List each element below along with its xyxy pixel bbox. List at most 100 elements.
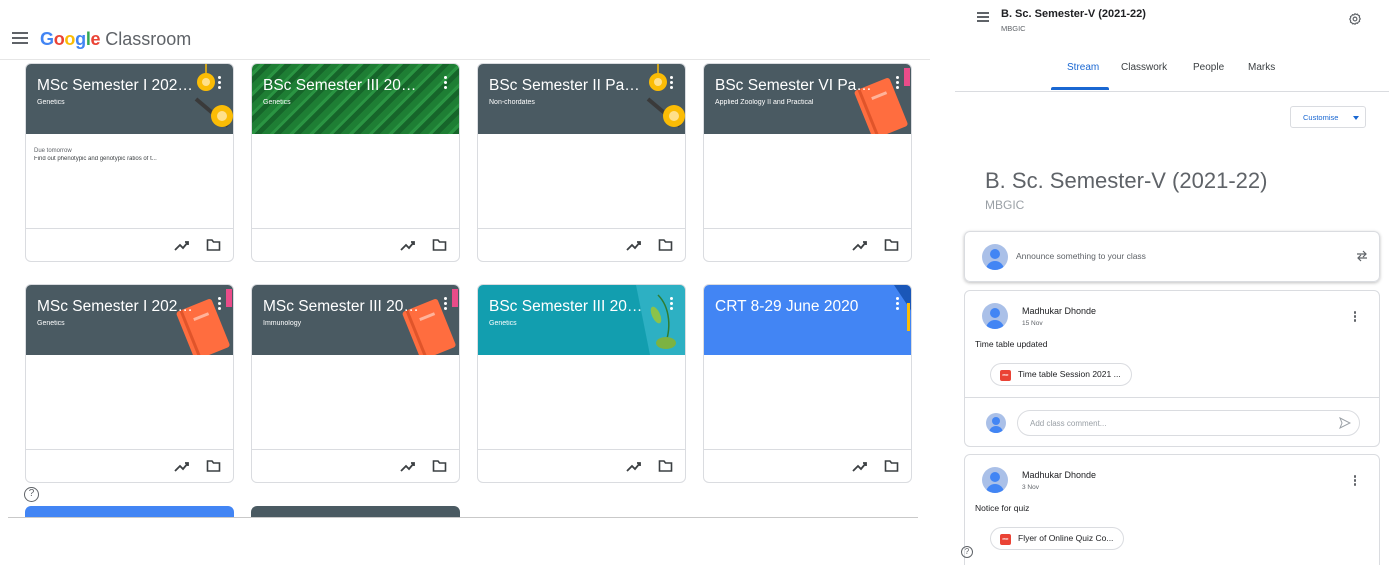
- class-card-body: [252, 355, 459, 449]
- trending-icon[interactable]: [852, 460, 868, 474]
- folder-icon[interactable]: [206, 459, 221, 473]
- class-card[interactable]: MSc Semester III 202... Immunology: [251, 284, 460, 483]
- class-card[interactable]: BSc Semester II Pape... Non-chordates: [477, 63, 686, 262]
- class-card[interactable]: CRT 8-29 June 2020: [703, 284, 912, 483]
- class-card-title[interactable]: MSc Semester I 2021...: [37, 77, 195, 95]
- tab-stream[interactable]: Stream: [1067, 62, 1099, 73]
- repost-icon[interactable]: [1356, 249, 1368, 263]
- class-card-body: [478, 134, 685, 228]
- trending-icon[interactable]: [852, 239, 868, 253]
- folder-icon[interactable]: [432, 238, 447, 252]
- class-card-section: Genetics: [37, 320, 65, 327]
- more-options-icon[interactable]: [1353, 311, 1357, 323]
- more-options-icon[interactable]: [212, 76, 226, 94]
- class-card-title[interactable]: BSc Semester III 2021...: [263, 77, 421, 95]
- class-card-footer: [26, 449, 233, 482]
- google-wordmark-letter: G: [40, 29, 54, 49]
- trending-icon[interactable]: [626, 239, 642, 253]
- classroom-header: Google Classroom: [0, 22, 930, 60]
- trending-icon[interactable]: [174, 460, 190, 474]
- google-wordmark-letter: o: [53, 29, 65, 49]
- class-card-title[interactable]: BSc Semester II Pape...: [489, 77, 647, 95]
- class-card-section: Non-chordates: [489, 99, 535, 106]
- class-card-title[interactable]: MSc Semester I 2020...: [37, 298, 195, 316]
- folder-icon[interactable]: [884, 459, 899, 473]
- google-wordmark-letter: g: [75, 29, 86, 49]
- announce-box[interactable]: Announce something to your class: [964, 231, 1380, 282]
- help-icon[interactable]: ?: [961, 546, 973, 558]
- trending-icon[interactable]: [626, 460, 642, 474]
- google-wordmark: Google: [40, 29, 101, 49]
- post-author: Madhukar Dhonde: [1022, 470, 1097, 480]
- comment-row: Add class comment...: [965, 397, 1379, 448]
- avatar: [982, 467, 1008, 493]
- folder-icon[interactable]: [658, 238, 673, 252]
- class-card-title[interactable]: BSc Semester VI Pap...: [715, 77, 873, 95]
- class-card-body: [26, 355, 233, 449]
- folder-icon[interactable]: [884, 238, 899, 252]
- more-options-icon[interactable]: [212, 297, 226, 315]
- help-icon[interactable]: ?: [24, 487, 39, 502]
- class-banner[interactable]: MSc Semester I 2020... Genetics: [26, 285, 233, 355]
- tab-marks[interactable]: Marks: [1248, 62, 1275, 73]
- more-options-icon[interactable]: [664, 297, 678, 315]
- class-card[interactable]: MSc Semester I 2021... Genetics Due tomorr…: [25, 63, 234, 262]
- class-banner-title: B. Sc. Semester-V (2021-22): [985, 168, 1268, 193]
- class-card-body: [478, 355, 685, 449]
- main-menu-icon[interactable]: [977, 12, 989, 22]
- post-date: 15 Nov: [1022, 320, 1043, 327]
- more-options-icon[interactable]: [664, 76, 678, 94]
- main-menu-icon[interactable]: [12, 32, 28, 46]
- more-options-icon[interactable]: [890, 76, 904, 94]
- class-banner[interactable]: BSc Semester III 2021... Genetics: [252, 64, 459, 134]
- trending-icon[interactable]: [400, 239, 416, 253]
- classroom-wordmark: Classroom: [105, 29, 192, 49]
- tab-people[interactable]: People: [1193, 62, 1224, 73]
- caret-down-icon: [1353, 116, 1359, 120]
- class-card[interactable]: BSc Semester III 2021... Genetics: [251, 63, 460, 262]
- more-options-icon[interactable]: [890, 297, 904, 315]
- class-card[interactable]: BSc Semester III 202... Genetics: [477, 284, 686, 483]
- class-banner[interactable]: BSc Semester III 202... Genetics: [478, 285, 685, 355]
- attachment-chip[interactable]: PDF Flyer of Online Quiz Co...: [990, 527, 1125, 550]
- google-classroom-logo[interactable]: Google Classroom: [40, 29, 191, 50]
- due-label: Due tomorrow: [34, 148, 72, 154]
- gear-icon[interactable]: [1348, 12, 1362, 26]
- attachment-chip[interactable]: PDF Time table Session 2021 ...: [990, 363, 1132, 386]
- class-card-footer: [252, 449, 459, 482]
- google-wordmark-letter: e: [90, 29, 101, 49]
- class-card-footer: [704, 449, 911, 482]
- class-card-section: Applied Zoology II and Practical: [715, 99, 814, 106]
- class-card[interactable]: BSc Semester VI Pap... Applied Zoology II…: [703, 63, 912, 262]
- class-card-title[interactable]: CRT 8-29 June 2020: [715, 298, 873, 316]
- post-date: 3 Nov: [1022, 484, 1039, 491]
- more-options-icon[interactable]: [438, 76, 452, 94]
- customise-button[interactable]: Customise: [1290, 106, 1366, 128]
- class-banner[interactable]: BSc Semester II Pape... Non-chordates: [478, 64, 685, 134]
- announce-placeholder: Announce something to your class: [1016, 251, 1146, 261]
- class-tabs: Stream Classwork People Marks: [955, 56, 1389, 92]
- tab-classwork[interactable]: Classwork: [1121, 62, 1167, 73]
- class-comment-input[interactable]: Add class comment...: [1017, 410, 1360, 436]
- class-banner[interactable]: BSc Semester VI Pap... Applied Zoology II…: [704, 64, 911, 134]
- class-card-footer: [478, 228, 685, 261]
- trending-icon[interactable]: [400, 460, 416, 474]
- more-options-icon[interactable]: [1353, 475, 1357, 487]
- due-assignment[interactable]: Find out phenotypic and genotypic ratios…: [34, 156, 225, 162]
- customise-label: Customise: [1303, 113, 1339, 122]
- class-card-section: Genetics: [489, 320, 517, 327]
- folder-icon[interactable]: [658, 459, 673, 473]
- class-card-title[interactable]: BSc Semester III 202...: [489, 298, 647, 316]
- class-card-body: [252, 134, 459, 228]
- more-options-icon[interactable]: [438, 297, 452, 315]
- class-banner[interactable]: MSc Semester III 202... Immunology: [252, 285, 459, 355]
- class-banner[interactable]: MSc Semester I 2021... Genetics: [26, 64, 233, 134]
- trending-icon[interactable]: [174, 239, 190, 253]
- class-stream-window: B. Sc. Semester-V (2021-22) MBGIC Stream…: [955, 0, 1389, 565]
- class-card[interactable]: MSc Semester I 2020... Genetics: [25, 284, 234, 483]
- class-banner[interactable]: CRT 8-29 June 2020: [704, 285, 911, 355]
- folder-icon[interactable]: [432, 459, 447, 473]
- folder-icon[interactable]: [206, 238, 221, 252]
- send-icon[interactable]: [1339, 417, 1351, 429]
- class-card-title[interactable]: MSc Semester III 202...: [263, 298, 421, 316]
